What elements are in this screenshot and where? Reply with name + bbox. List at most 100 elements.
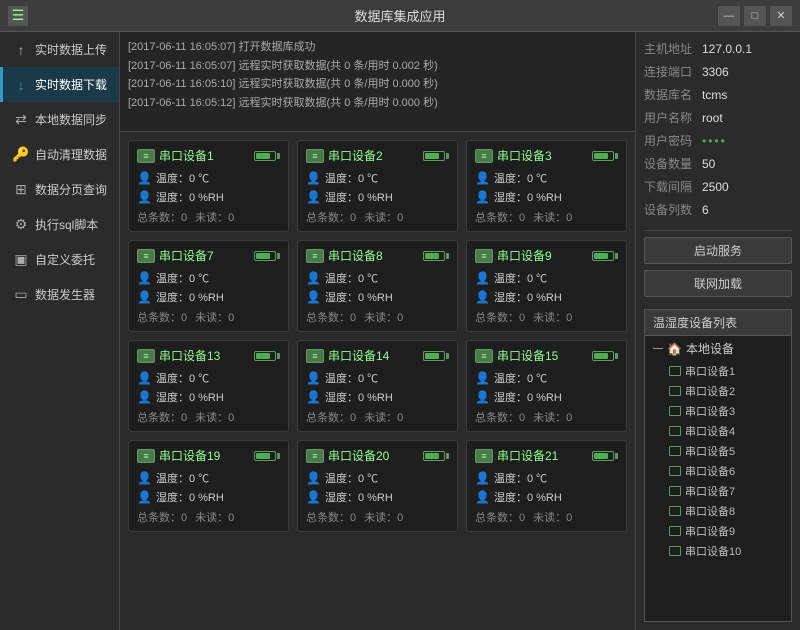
device-footer: 总条数：0 未读：0 — [475, 509, 618, 525]
sidebar-item-manage[interactable]: 🔑 自动清理数据 — [0, 137, 119, 172]
total-label: 总条数：0 — [475, 409, 525, 425]
sidebar-label-manage: 自动清理数据 — [35, 146, 107, 163]
list-item[interactable]: 串口设备6 — [645, 461, 791, 481]
battery-icon — [423, 451, 449, 461]
device-card-title: 串口设备15 — [475, 347, 558, 364]
battery-body — [592, 351, 614, 361]
generator-icon: ▭ — [13, 287, 29, 303]
temp-icon: 👤 — [137, 171, 152, 185]
device-card-title: 串口设备14 — [306, 347, 389, 364]
battery-tip — [615, 153, 618, 159]
serial-icon — [475, 249, 493, 263]
unread-label: 未读：0 — [364, 509, 403, 525]
humidity-value: 湿度：0 %RH — [494, 289, 562, 305]
device-name: 串口设备13 — [159, 347, 220, 364]
temp-icon: 👤 — [475, 371, 490, 385]
device-footer: 总条数：0 未读：0 — [306, 309, 449, 325]
device-card: 串口设备3 👤 温度：0 ℃ 👤 湿度：0 %RH 总条数：0 未读：0 — [466, 140, 627, 232]
sidebar-item-delegate[interactable]: ▣ 自定义委托 — [0, 242, 119, 277]
battery-fill — [594, 453, 608, 459]
list-device-icon — [669, 406, 681, 416]
unread-label: 未读：0 — [533, 509, 572, 525]
battery-fill — [256, 353, 270, 359]
upload-icon: ↑ — [13, 42, 29, 58]
list-item[interactable]: 串口设备10 — [645, 541, 791, 561]
device-card-header: 串口设备1 — [137, 147, 280, 164]
battery-body — [423, 251, 445, 261]
humidity-value: 湿度：0 %RH — [494, 389, 562, 405]
network-load-button[interactable]: 联网加载 — [644, 270, 792, 297]
list-item[interactable]: 串口设备1 — [645, 361, 791, 381]
host-row: 主机地址 127.0.0.1 — [644, 40, 792, 57]
list-device-name: 串口设备5 — [685, 443, 735, 459]
humidity-icon: 👤 — [306, 490, 321, 504]
humidity-icon: 👤 — [475, 190, 490, 204]
battery-fill — [425, 453, 439, 459]
device-footer: 总条数：0 未读：0 — [475, 209, 618, 225]
sidebar-item-upload[interactable]: ↑ 实时数据上传 — [0, 32, 119, 67]
list-item[interactable]: 串口设备2 — [645, 381, 791, 401]
battery-body — [592, 251, 614, 261]
temp-row: 👤 温度：0 ℃ — [306, 370, 449, 386]
list-device-name: 串口设备3 — [685, 403, 735, 419]
battery-icon — [423, 351, 449, 361]
list-device-name: 串口设备4 — [685, 423, 735, 439]
battery-fill — [594, 353, 608, 359]
divider — [644, 230, 792, 231]
total-label: 总条数：0 — [137, 409, 187, 425]
device-name: 串口设备2 — [328, 147, 383, 164]
list-item[interactable]: 串口设备4 — [645, 421, 791, 441]
list-item[interactable]: 串口设备3 — [645, 401, 791, 421]
device-footer: 总条数：0 未读：0 — [137, 509, 280, 525]
sidebar-item-generator[interactable]: ▭ 数据发生器 — [0, 277, 119, 312]
list-item[interactable]: 串口设备9 — [645, 521, 791, 541]
port-value: 3306 — [702, 65, 729, 79]
humidity-value: 湿度：0 %RH — [325, 289, 393, 305]
humidity-icon: 👤 — [137, 390, 152, 404]
total-label: 总条数：0 — [475, 309, 525, 325]
battery-icon — [254, 451, 280, 461]
device-grid-container[interactable]: 串口设备1 👤 温度：0 ℃ 👤 湿度：0 %RH 总条数：0 未读：0 — [120, 132, 635, 630]
total-label: 总条数：0 — [475, 209, 525, 225]
device-card-title: 串口设备19 — [137, 447, 220, 464]
serial-icon — [475, 449, 493, 463]
minimize-button[interactable]: — — [718, 6, 740, 26]
list-item[interactable]: 串口设备5 — [645, 441, 791, 461]
temp-value: 温度：0 ℃ — [156, 170, 209, 186]
humidity-row: 👤 湿度：0 %RH — [137, 389, 280, 405]
battery-icon — [254, 251, 280, 261]
serial-icon — [306, 149, 324, 163]
total-label: 总条数：0 — [306, 209, 356, 225]
menu-icon: ☰ — [12, 7, 25, 24]
list-item[interactable]: 串口设备7 — [645, 481, 791, 501]
close-button[interactable]: ✕ — [770, 6, 792, 26]
serial-icon — [137, 249, 155, 263]
list-item[interactable]: 串口设备8 — [645, 501, 791, 521]
sidebar-item-query[interactable]: ⊞ 数据分页查询 — [0, 172, 119, 207]
device-name: 串口设备21 — [497, 447, 558, 464]
start-service-button[interactable]: 启动服务 — [644, 237, 792, 264]
battery-icon — [592, 451, 618, 461]
device-card: 串口设备1 👤 温度：0 ℃ 👤 湿度：0 %RH 总条数：0 未读：0 — [128, 140, 289, 232]
device-card-header: 串口设备20 — [306, 447, 449, 464]
sidebar-item-sql[interactable]: ⚙ 执行sql脚本 — [0, 207, 119, 242]
port-label: 连接端口 — [644, 63, 702, 80]
device-name: 串口设备15 — [497, 347, 558, 364]
humidity-value: 湿度：0 %RH — [325, 389, 393, 405]
device-card-title: 串口设备13 — [137, 347, 220, 364]
total-label: 总条数：0 — [137, 209, 187, 225]
sidebar-item-sync[interactable]: ⇄ 本地数据同步 — [0, 102, 119, 137]
sidebar-item-download[interactable]: ↓ 实时数据下载 — [0, 67, 119, 102]
expand-icon: — — [653, 343, 663, 354]
serial-icon — [137, 149, 155, 163]
device-footer: 总条数：0 未读：0 — [306, 409, 449, 425]
maximize-button[interactable]: □ — [744, 6, 766, 26]
dbname-row: 数据库名 tcms — [644, 86, 792, 103]
device-card: 串口设备15 👤 温度：0 ℃ 👤 湿度：0 %RH 总条数：0 未读：0 — [466, 340, 627, 432]
devices-value: 50 — [702, 157, 715, 171]
list-device-icon — [669, 486, 681, 496]
battery-icon — [254, 151, 280, 161]
device-card: 串口设备13 👤 温度：0 ℃ 👤 湿度：0 %RH 总条数：0 未读：0 — [128, 340, 289, 432]
unread-label: 未读：0 — [533, 309, 572, 325]
password-row: 用户密码 •••• — [644, 132, 792, 149]
